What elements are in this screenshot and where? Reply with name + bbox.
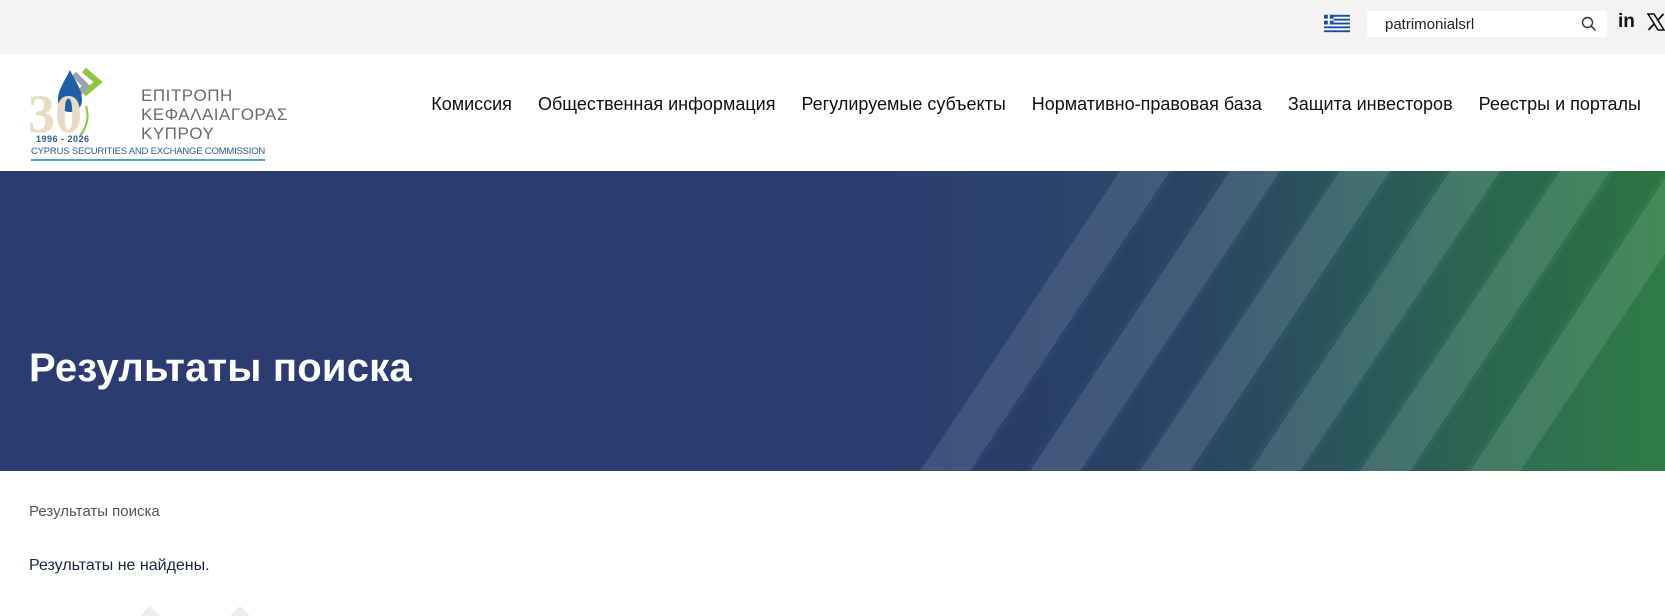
page-title: Результаты поиска	[29, 346, 412, 390]
site-header: 30 ΕΠΙΤΡΟΠΗ ΚΕΦΑΛΑΙΑΓΟΡΑΣ ΚΥΠΡΟΥ 1996 - …	[0, 54, 1665, 171]
cysec-logo[interactable]: 30 ΕΠΙΤΡΟΠΗ ΚΕΦΑΛΑΙΑΓΟΡΑΣ ΚΥΠΡΟΥ 1996 - …	[28, 66, 287, 162]
logo-text-line3: ΚΥΠΡΟΥ	[141, 124, 215, 143]
x-twitter-icon[interactable]	[1647, 13, 1665, 31]
search-box	[1367, 11, 1607, 37]
breadcrumb: Результаты поиска	[29, 503, 160, 520]
logo-text-line2: ΚΕΦΑΛΑΙΑΓΟΡΑΣ	[141, 105, 288, 124]
background-decoration	[140, 606, 250, 616]
nav-item-public-information[interactable]: Общественная информация	[538, 94, 776, 115]
logo-text-line1: ΕΠΙΤΡΟΠΗ	[141, 86, 233, 105]
nav-item-registries-portals[interactable]: Реестры и порталы	[1479, 94, 1641, 115]
greek-flag-icon[interactable]	[1324, 14, 1350, 33]
nav-item-investor-protection[interactable]: Защита инвесторов	[1288, 94, 1453, 115]
search-icon[interactable]	[1581, 16, 1597, 32]
top-utility-bar: in	[0, 0, 1665, 54]
search-input[interactable]	[1367, 12, 1567, 36]
nav-item-commission[interactable]: Комиссия	[431, 94, 512, 115]
main-nav: Комиссия Общественная информация Регулир…	[431, 94, 1641, 115]
hero-stripes-decoration	[0, 171, 1665, 471]
logo-english-name: CYPRUS SECURITIES AND EXCHANGE COMMISSIO…	[31, 146, 266, 157]
nav-item-legal-framework[interactable]: Нормативно-правовая база	[1032, 94, 1262, 115]
logo-underline	[31, 159, 265, 161]
linkedin-icon[interactable]: in	[1618, 12, 1638, 32]
hero-banner: Результаты поиска	[0, 171, 1665, 471]
nav-item-regulated-entities[interactable]: Регулируемые субъекты	[801, 94, 1005, 115]
logo-years: 1996 - 2026	[36, 134, 90, 144]
no-results-message: Результаты не найдены.	[29, 557, 210, 574]
